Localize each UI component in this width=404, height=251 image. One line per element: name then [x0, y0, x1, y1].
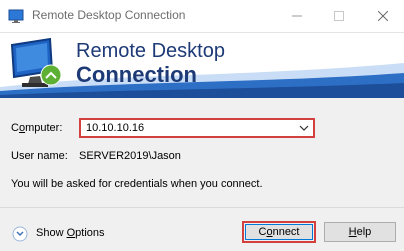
close-button[interactable]: [368, 0, 398, 32]
close-icon: [378, 11, 388, 21]
help-button[interactable]: Help: [324, 222, 396, 242]
connect-button[interactable]: Connect: [245, 224, 313, 240]
title-bar: Remote Desktop Connection: [0, 0, 404, 33]
rdc-monitor-icon: [10, 37, 62, 87]
computer-label: Computer:: [11, 122, 63, 134]
rdc-app-icon: [8, 9, 24, 23]
footer-divider: [0, 207, 404, 208]
show-options-button[interactable]: Show Options: [12, 224, 107, 244]
maximize-icon: [334, 11, 344, 21]
minimize-button[interactable]: [282, 0, 312, 32]
connect-label: Connect: [258, 226, 300, 238]
expand-options-icon: [12, 226, 28, 242]
username-value: SERVER2019\Jason: [79, 150, 181, 162]
banner-title-line1: Remote Desktop: [76, 40, 225, 62]
computer-value[interactable]: 10.10.10.16: [86, 122, 144, 134]
show-options-label: Show Options: [36, 227, 105, 239]
computer-combobox[interactable]: 10.10.10.16: [79, 118, 315, 138]
minimize-icon: [292, 15, 302, 17]
help-label: Help: [348, 226, 372, 238]
maximize-button[interactable]: [324, 0, 354, 32]
credentials-note: You will be asked for credentials when y…: [11, 178, 263, 190]
banner-title-line2: Connection: [76, 62, 197, 87]
chevron-down-icon[interactable]: [299, 124, 309, 132]
window-title: Remote Desktop Connection: [32, 8, 186, 22]
username-label: User name:: [11, 150, 68, 162]
